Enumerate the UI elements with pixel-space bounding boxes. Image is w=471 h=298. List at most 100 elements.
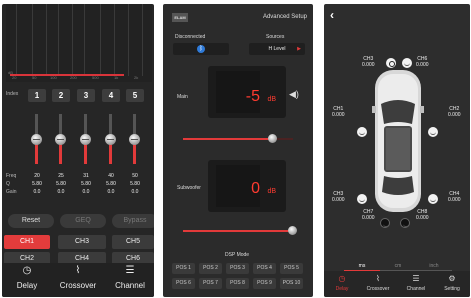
main-label: Main — [177, 94, 188, 100]
sources-label: Sources — [266, 34, 285, 40]
eq-screen: dB 20 50 100 200 500 1k 2k Index 1 20 5.80… — [2, 4, 154, 297]
band-index-3[interactable]: 3 — [77, 89, 95, 102]
band-gain-slider[interactable] — [55, 114, 66, 164]
band-gain-value[interactable]: 0.0 — [102, 189, 120, 195]
band-index-2[interactable]: 2 — [52, 89, 70, 102]
eq-curve — [10, 74, 124, 76]
bypass-button[interactable]: Bypass — [112, 214, 154, 228]
band-freq-value[interactable]: 25 — [52, 173, 70, 179]
crossover-icon: ⌇ — [75, 265, 81, 276]
nav-delay[interactable]: ◷ Delay — [324, 274, 360, 292]
dsp-position-button[interactable]: POS 8 — [226, 278, 249, 289]
speaker-icon[interactable] — [357, 194, 367, 204]
freq-tick: 1k — [114, 75, 119, 80]
dsp-position-button[interactable]: POS 9 — [253, 278, 276, 289]
band-q-value[interactable]: 5.80 — [126, 181, 144, 187]
freq-tick: 200 — [70, 75, 77, 80]
geq-button[interactable]: GEQ — [60, 214, 106, 228]
band-q-value[interactable]: 5.80 — [52, 181, 70, 187]
slider-handle[interactable] — [31, 134, 42, 145]
speaker-icon[interactable] — [402, 58, 412, 68]
page-title: Advanced Setup — [262, 14, 307, 20]
band-q-value[interactable]: 5.80 — [28, 181, 46, 187]
freq-tick: 50 — [32, 75, 37, 80]
sub-volume-slider[interactable] — [183, 226, 297, 235]
band-freq-value[interactable]: 50 — [126, 173, 144, 179]
freq-row-label: Freq — [6, 173, 17, 179]
band-q-value[interactable]: 5.80 — [102, 181, 120, 187]
sliders-icon: ☰ — [125, 265, 135, 276]
slider-handle[interactable] — [80, 134, 91, 145]
nav-label: Delay — [335, 286, 349, 292]
channel-button-ch1[interactable]: CH1 — [4, 235, 50, 249]
slider-handle[interactable] — [55, 134, 66, 145]
nav-delay[interactable]: ◷ Delay — [2, 265, 52, 290]
dsp-position-button[interactable]: POS 2 — [199, 263, 222, 274]
speaker-ch2-label: CH2 0.000 — [448, 106, 461, 118]
gear-icon: ⚙ — [448, 274, 456, 283]
band-q-value[interactable]: 5.80 — [77, 181, 95, 187]
freq-tick: 100 — [50, 75, 57, 80]
band-index-5[interactable]: 5 — [126, 89, 144, 102]
dsp-position-button[interactable]: POS 3 — [226, 263, 249, 274]
dsp-position-button[interactable]: POS 5 — [280, 263, 303, 274]
freq-tick: 20 — [12, 75, 17, 80]
channel-button-ch3[interactable]: CH3 — [58, 235, 106, 249]
speaker-icon[interactable] — [357, 127, 367, 137]
sub-slider-handle[interactable] — [288, 226, 297, 235]
bluetooth-button[interactable]: ᛒ — [173, 43, 229, 55]
dsp-position-button[interactable]: POS 1 — [172, 263, 195, 274]
nav-channel[interactable]: ☰ Channel — [106, 265, 154, 290]
nav-setting[interactable]: ⚙ Setting — [434, 274, 470, 292]
band-gain-value[interactable]: 0.0 — [28, 189, 46, 195]
speaker-icon[interactable] — [386, 58, 396, 68]
nav-label: Delay — [16, 281, 38, 290]
source-value: H Level — [268, 46, 286, 52]
freq-tick: 2k — [134, 75, 139, 80]
band-freq-value[interactable]: 20 — [28, 173, 46, 179]
dropdown-arrow-icon: ▶ — [297, 46, 301, 52]
speaker-icon[interactable] — [428, 127, 438, 137]
band-gain-slider[interactable] — [129, 114, 140, 164]
band-gain-value[interactable]: 0.0 — [126, 189, 144, 195]
channel-button-ch5[interactable]: CH5 — [112, 235, 154, 249]
nav-channel[interactable]: ☰ Channel — [398, 274, 434, 292]
q-row-label: Q — [6, 181, 10, 187]
car-top-view — [372, 70, 424, 212]
slider-handle[interactable] — [129, 134, 140, 145]
slider-handle[interactable] — [105, 134, 116, 145]
speaker-icon[interactable] — [428, 194, 438, 204]
speaker-volume-icon[interactable]: ◀) — [289, 89, 299, 100]
subwoofer-icon[interactable] — [400, 218, 410, 228]
sub-volume-unit: dB — [267, 188, 276, 195]
band-freq-value[interactable]: 40 — [102, 173, 120, 179]
nav-crossover[interactable]: ⌇ Crossover — [360, 274, 396, 292]
band-gain-slider[interactable] — [80, 114, 91, 164]
band-freq-value[interactable]: 31 — [77, 173, 95, 179]
back-arrow-icon[interactable]: ‹ — [330, 8, 334, 22]
speaker-ch8-label: CH8 0.000 — [416, 209, 429, 221]
reset-button[interactable]: Reset — [8, 214, 54, 228]
speaker-ch4-label: CH4 0.000 — [448, 191, 461, 203]
main-slider-handle[interactable] — [268, 134, 278, 143]
main-volume-slider[interactable] — [183, 134, 293, 143]
band-gain-value[interactable]: 0.0 — [52, 189, 70, 195]
dsp-position-button[interactable]: POS 7 — [199, 278, 222, 289]
band-index-4[interactable]: 4 — [102, 89, 120, 102]
subwoofer-icon[interactable] — [380, 218, 390, 228]
dsp-position-button[interactable]: POS 10 — [280, 278, 303, 289]
band-gain-slider[interactable] — [105, 114, 116, 164]
advanced-setup-screen: ELAM Advanced Setup Disconnected Sources… — [163, 4, 313, 297]
clock-icon: ◷ — [22, 265, 32, 276]
dsp-position-button[interactable]: POS 6 — [172, 278, 195, 289]
nav-label: Setting — [444, 286, 460, 292]
source-select[interactable]: H Level ▶ — [249, 43, 305, 55]
dsp-position-button[interactable]: POS 4 — [253, 263, 276, 274]
freq-tick: 500 — [92, 75, 99, 80]
band-gain-slider[interactable] — [31, 114, 42, 164]
band-gain-value[interactable]: 0.0 — [77, 189, 95, 195]
eq-graph: dB 20 50 100 200 500 1k 2k — [6, 4, 152, 82]
sliders-icon: ☰ — [412, 274, 420, 283]
band-index-1[interactable]: 1 — [28, 89, 46, 102]
nav-crossover[interactable]: ⌇ Crossover — [50, 265, 106, 290]
